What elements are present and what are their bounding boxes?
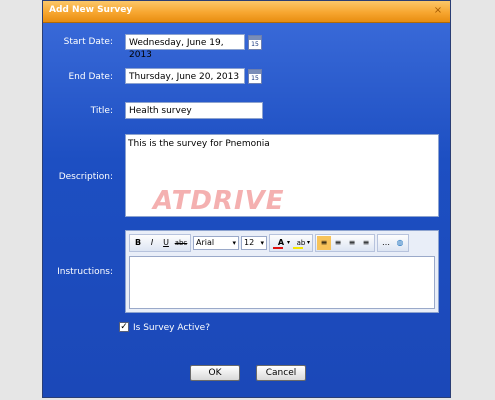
end-date-label: End Date: xyxy=(68,72,113,82)
close-icon[interactable]: × xyxy=(432,5,444,17)
insert-special-icon[interactable]: … xyxy=(379,236,393,250)
font-size-select[interactable]: 12 ▾ xyxy=(241,236,267,250)
calendar-icon[interactable]: 15 xyxy=(248,35,262,50)
font-color-bar xyxy=(273,247,283,249)
dialog-title: Add New Survey xyxy=(49,5,133,15)
instructions-label: Instructions: xyxy=(57,267,113,277)
highlight-color-button[interactable]: ab ▾ xyxy=(291,236,311,250)
calendar-day-number: 15 xyxy=(251,41,259,48)
title-label: Title: xyxy=(90,106,113,116)
end-date-input[interactable]: Thursday, June 20, 2013 xyxy=(125,68,245,84)
chevron-down-icon: ▾ xyxy=(232,239,236,247)
start-date-label: Start Date: xyxy=(63,37,113,47)
font-color-letter: A xyxy=(277,238,285,247)
align-center-icon[interactable]: ≡ xyxy=(331,236,345,250)
add-survey-dialog: Add New Survey × Start Date: Wednesday, … xyxy=(42,0,451,398)
survey-active-label: Is Survey Active? xyxy=(133,323,210,333)
insert-button-group: … ◍ xyxy=(377,234,409,252)
instructions-edit-area[interactable] xyxy=(129,256,435,309)
highlight-color-bar xyxy=(293,247,303,249)
font-family-select[interactable]: Arial ▾ xyxy=(193,236,239,250)
instructions-editor: B I U abc Arial ▾ 12 ▾ A ▾ ab ▾ ≡ ≡ ≡ ≡ … xyxy=(125,230,439,313)
calendar-icon[interactable]: 15 xyxy=(248,69,262,84)
start-date-input[interactable]: Wednesday, June 19, 2013 xyxy=(125,34,245,60)
chevron-down-icon: ▾ xyxy=(260,239,264,247)
hyperlink-globe-icon[interactable]: ◍ xyxy=(393,236,407,250)
alignment-button-group: ≡ ≡ ≡ ≡ xyxy=(315,234,375,252)
watermark-logo: ATDRIVE xyxy=(153,186,285,216)
dialog-titlebar[interactable]: Add New Survey × xyxy=(43,1,450,23)
align-left-icon[interactable]: ≡ xyxy=(317,236,331,250)
color-button-group: A ▾ ab ▾ xyxy=(269,234,313,252)
italic-button[interactable]: I xyxy=(145,236,159,250)
editor-toolbar: B I U abc Arial ▾ 12 ▾ A ▾ ab ▾ ≡ ≡ ≡ ≡ … xyxy=(129,234,435,252)
strikethrough-button[interactable]: abc xyxy=(173,236,189,250)
format-button-group: B I U abc xyxy=(129,234,191,252)
chevron-down-icon: ▾ xyxy=(286,239,290,246)
font-size-value: 12 xyxy=(244,238,255,247)
survey-active-checkbox[interactable]: ✓ xyxy=(119,322,129,332)
calendar-day-number: 15 xyxy=(251,75,259,82)
description-text: This is the survey for Pnemonia xyxy=(128,139,270,149)
cancel-button[interactable]: Cancel xyxy=(256,365,306,381)
font-color-button[interactable]: A ▾ xyxy=(271,236,291,250)
chevron-down-icon: ▾ xyxy=(306,239,310,246)
align-right-icon[interactable]: ≡ xyxy=(345,236,359,250)
align-justify-icon[interactable]: ≡ xyxy=(359,236,373,250)
description-label: Description: xyxy=(58,172,113,182)
checkmark-icon: ✓ xyxy=(120,322,128,332)
title-input[interactable]: Health survey xyxy=(125,102,263,119)
font-family-value: Arial xyxy=(196,238,215,247)
bold-button[interactable]: B xyxy=(131,236,145,250)
highlight-letter: ab xyxy=(296,239,306,247)
underline-button[interactable]: U xyxy=(159,236,173,250)
ok-button[interactable]: OK xyxy=(190,365,240,381)
